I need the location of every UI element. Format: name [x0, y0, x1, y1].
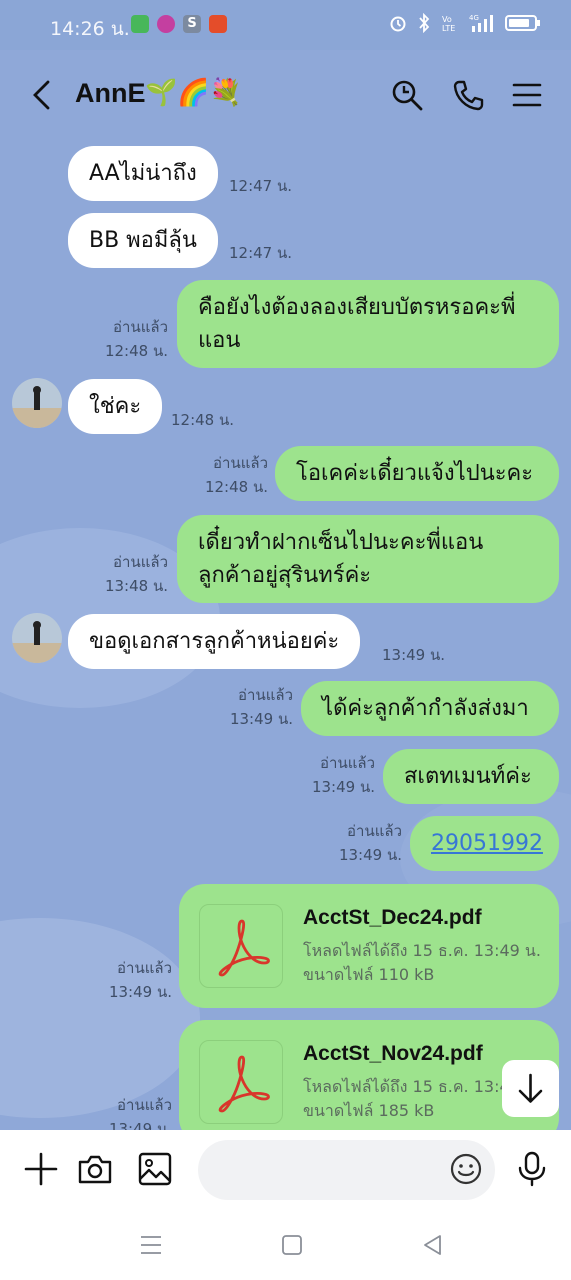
- message-bubble-outgoing[interactable]: เดี๋ยวทำฝากเซ็นไปนะคะพี่แอน ลูกค้าอยู่สุ…: [177, 515, 559, 603]
- message-line: ลูกค้าอยู่สุรินทร์ค่ะ: [198, 563, 372, 588]
- message-meta: อ่านแล้ว 13:49 น.: [100, 1093, 172, 1130]
- plus-icon[interactable]: [22, 1150, 60, 1188]
- message-time: 13:49 น.: [108, 983, 172, 1001]
- svg-text:LTE: LTE: [442, 24, 455, 33]
- message-time: 12:48 น.: [204, 478, 268, 496]
- read-receipt: อ่านแล้ว: [117, 1096, 172, 1114]
- message-line: แอน: [198, 328, 241, 353]
- system-icons: Vo LTE 4G: [389, 13, 541, 33]
- message-time: 12:48 น.: [171, 411, 235, 429]
- home-icon[interactable]: [279, 1232, 305, 1258]
- message-bubble-incoming[interactable]: AAไม่น่าถึง: [68, 146, 218, 201]
- svg-text:Vo: Vo: [442, 15, 452, 24]
- file-size: ขนาดไฟล์ 110 kB: [303, 965, 435, 984]
- input-bar: [0, 1130, 571, 1210]
- message-meta: อ่านแล้ว 12:48 น.: [196, 451, 268, 499]
- emoji-icon[interactable]: [449, 1152, 483, 1186]
- message-link[interactable]: 29051992: [431, 831, 543, 856]
- avatar-photo-icon: [12, 378, 62, 428]
- back-icon[interactable]: [420, 1232, 446, 1258]
- message-time: 13:48 น.: [104, 577, 168, 595]
- message-time: 13:49 น.: [338, 846, 402, 864]
- message-line: เดี๋ยวทำฝากเซ็นไปนะคะพี่แอน: [198, 530, 484, 555]
- shopee-app-icon: [209, 15, 227, 33]
- game-app-icon: [157, 15, 175, 33]
- chat-header: AnnE 🌱🌈💐: [0, 50, 571, 138]
- file-name: AcctSt_Nov24.pdf: [303, 1042, 483, 1065]
- menu-icon[interactable]: [510, 78, 544, 112]
- read-receipt: อ่านแล้ว: [117, 959, 172, 977]
- message-meta: อ่านแล้ว 13:49 น.: [221, 683, 293, 731]
- message-bubble-incoming[interactable]: ขอดูเอกสารลูกค้าหน่อยค่ะ: [68, 614, 361, 669]
- pdf-icon: [218, 1055, 270, 1113]
- avatar[interactable]: [12, 378, 62, 428]
- message-time: 13:49 น.: [311, 778, 375, 796]
- pdf-thumbnail: [199, 904, 283, 988]
- phone-icon[interactable]: [451, 78, 485, 112]
- message-line: คือยังไงต้องลองเสียบบัตรหรอคะพี่: [198, 295, 516, 320]
- system-nav-bar: [0, 1210, 571, 1280]
- scroll-down-button[interactable]: [502, 1060, 559, 1117]
- message-meta: อ่านแล้ว 13:49 น.: [303, 751, 375, 799]
- bluetooth-icon: [419, 13, 430, 33]
- status-bar: 14:26 น. S Vo LTE 4G: [0, 0, 571, 50]
- read-receipt: อ่านแล้ว: [113, 553, 168, 571]
- file-size: ขนาดไฟล์ 185 kB: [303, 1101, 435, 1120]
- volte-icon: VoLTE: [442, 15, 455, 33]
- read-receipt: อ่านแล้ว: [113, 318, 168, 336]
- avatar-photo-icon: [12, 613, 62, 663]
- camera-icon[interactable]: [76, 1150, 114, 1188]
- signal-icon: 4G: [469, 14, 493, 32]
- message-bubble-incoming[interactable]: ใช่คะ: [68, 379, 163, 434]
- message-bubble-outgoing[interactable]: 29051992: [410, 816, 559, 871]
- message-bubble-outgoing[interactable]: คือยังไงต้องลองเสียบบัตรหรอคะพี่ แอน: [177, 280, 559, 368]
- message-app-icon: [131, 15, 149, 33]
- chat-area: AAไม่น่าถึง 12:47 น. BB พอมีลุ้น 12:47 น…: [0, 138, 571, 1130]
- message-meta: อ่านแล้ว 12:48 น.: [96, 315, 168, 363]
- file-expiry: โหลดไฟล์ได้ถึง 15 ธ.ค. 13:49 น.: [303, 941, 541, 960]
- gallery-icon[interactable]: [136, 1150, 174, 1188]
- pdf-icon: [218, 919, 270, 977]
- title-emojis: 🌱🌈💐: [145, 78, 243, 108]
- message-time: 12:47 น.: [229, 177, 293, 195]
- chat-title: AnnE: [75, 78, 146, 108]
- recents-icon[interactable]: [138, 1232, 164, 1258]
- message-bubble-outgoing[interactable]: สเตทเมนท์ค่ะ: [383, 749, 559, 804]
- message-meta: อ่านแล้ว 13:49 น.: [330, 819, 402, 867]
- message-bubble-outgoing[interactable]: ได้ค่ะลูกค้ากำลังส่งมา: [301, 681, 559, 736]
- file-attachment[interactable]: AcctSt_Dec24.pdf โหลดไฟล์ได้ถึง 15 ธ.ค. …: [179, 884, 559, 1008]
- message-bubble-outgoing[interactable]: โอเคค่ะเดี๋ยวแจ้งไปนะคะ: [275, 446, 559, 501]
- svg-text:4G: 4G: [469, 14, 479, 22]
- message-time: 13:49 น.: [229, 710, 293, 728]
- microphone-icon[interactable]: [513, 1150, 551, 1188]
- status-time: 14:26 น.: [50, 18, 130, 40]
- battery-icon: [505, 15, 540, 31]
- file-name: AcctSt_Dec24.pdf: [303, 906, 482, 929]
- s-app-icon: S: [183, 15, 201, 33]
- notification-icons: S: [131, 15, 227, 33]
- message-meta: อ่านแล้ว 13:48 น.: [96, 550, 168, 598]
- scroll-down-icon: [518, 1073, 543, 1103]
- read-receipt: อ่านแล้ว: [238, 686, 293, 704]
- avatar[interactable]: [12, 613, 62, 663]
- message-bubble-incoming[interactable]: BB พอมีลุ้น: [68, 213, 218, 268]
- read-receipt: อ่านแล้ว: [213, 454, 268, 472]
- read-receipt: อ่านแล้ว: [320, 754, 375, 772]
- message-time: 12:47 น.: [229, 244, 293, 262]
- pdf-thumbnail: [199, 1040, 283, 1124]
- back-arrow-icon[interactable]: [28, 78, 56, 112]
- message-time: 13:49 น.: [382, 646, 446, 664]
- search-icon[interactable]: [390, 78, 424, 112]
- alarm-icon: [390, 16, 406, 32]
- message-time: 13:49 น.: [108, 1120, 172, 1130]
- message-time: 12:48 น.: [104, 342, 168, 360]
- message-meta: อ่านแล้ว 13:49 น.: [100, 956, 172, 1004]
- read-receipt: อ่านแล้ว: [347, 822, 402, 840]
